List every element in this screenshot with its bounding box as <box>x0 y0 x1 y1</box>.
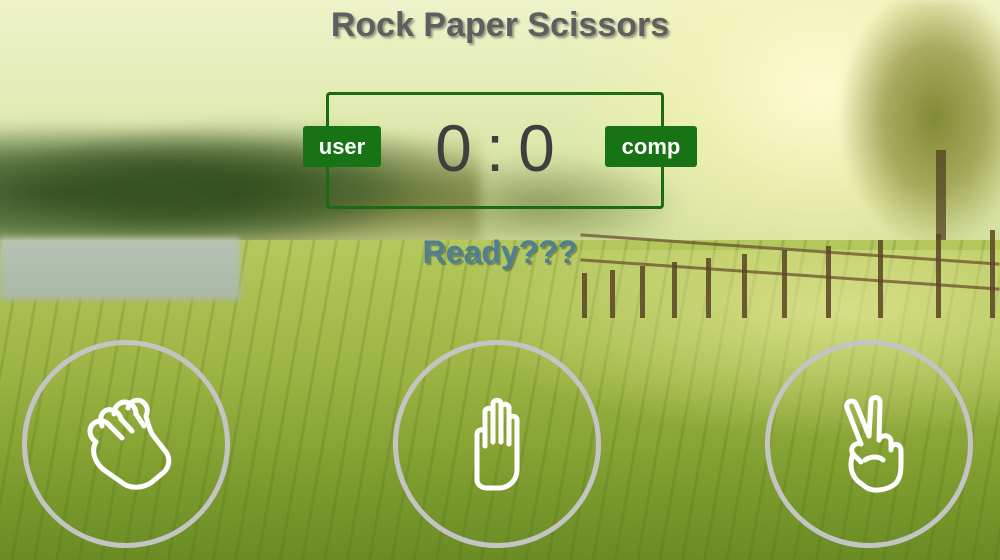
rock-button[interactable] <box>22 340 230 548</box>
user-label-badge: user <box>303 126 381 167</box>
comp-label-badge: comp <box>605 126 697 167</box>
score-display: 0:0 <box>380 108 610 188</box>
game-title: Rock Paper Scissors <box>330 6 670 44</box>
fist-icon <box>87 397 172 490</box>
game-stage: Rock Paper Scissors user comp 0:0 Ready?… <box>0 0 1000 560</box>
scissors-button[interactable] <box>765 340 973 548</box>
status-message: Ready??? <box>422 234 578 270</box>
score-separator: : <box>485 111 505 185</box>
comp-score: 0 <box>518 111 555 185</box>
paper-button[interactable] <box>393 340 601 548</box>
peace-hand-icon <box>844 395 904 493</box>
user-score: 0 <box>435 111 472 185</box>
open-hand-icon <box>474 397 520 491</box>
